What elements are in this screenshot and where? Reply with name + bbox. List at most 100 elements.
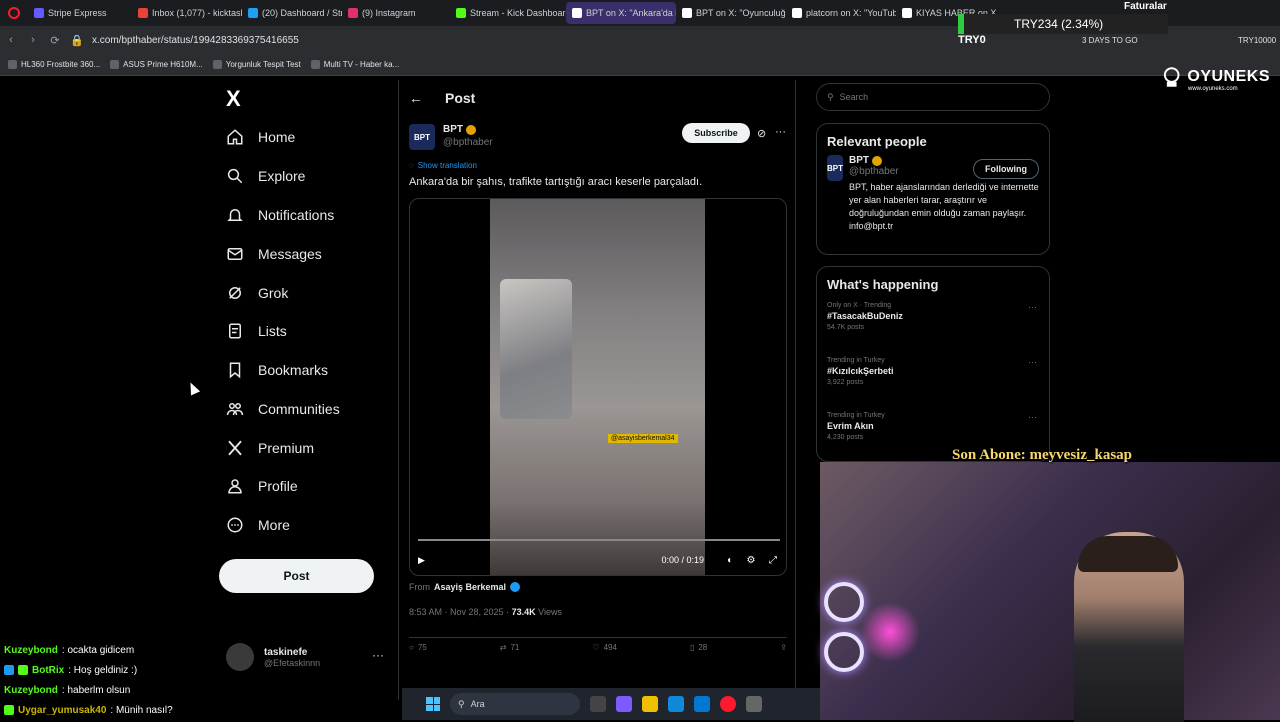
- nav-messages[interactable]: Messages: [226, 240, 322, 268]
- post-author[interactable]: BPT BPT @bpthaber: [409, 124, 493, 150]
- nav-notifications[interactable]: Notifications: [226, 201, 334, 229]
- video-player[interactable]: @asayisberkemal34 ▶ 0:00 / 0:19 ◖ ⚙ ⤢: [409, 198, 787, 576]
- bookmark-icon: [8, 60, 17, 69]
- tab-bpt-active[interactable]: BPT on X: "Ankara'da bir: [566, 2, 676, 24]
- source-name[interactable]: Asayiş Berkemal: [434, 582, 506, 592]
- nav-profile[interactable]: Profile: [226, 472, 298, 500]
- compose-post-button[interactable]: Post: [219, 559, 374, 593]
- back-arrow-icon[interactable]: ←: [409, 90, 423, 106]
- search-icon: [227, 168, 243, 184]
- x-logo-icon[interactable]: X: [226, 86, 241, 112]
- more-icon[interactable]: ···: [1028, 412, 1037, 422]
- nav-home[interactable]: Home: [226, 123, 295, 151]
- bell-icon: [227, 209, 243, 221]
- more-icon[interactable]: ···: [1028, 357, 1037, 367]
- url-field[interactable]: x.com/bpthaber/status/199428336937541665…: [92, 35, 299, 46]
- back-icon[interactable]: ‹: [0, 34, 22, 46]
- tab-instagram[interactable]: (9) Instagram: [342, 2, 450, 24]
- bookmarks-bar: HL360 Frostbite 360... ASUS Prime H610M.…: [0, 54, 1280, 76]
- tab-dashboard[interactable]: (20) Dashboard / Stream: [242, 2, 342, 24]
- rp-name[interactable]: BPT: [849, 155, 869, 166]
- windows-start-icon[interactable]: [426, 697, 440, 711]
- author-name[interactable]: BPT: [443, 124, 463, 135]
- settings-gear-icon[interactable]: [746, 696, 762, 712]
- subscribe-button[interactable]: Subscribe: [682, 123, 750, 143]
- file-explorer-icon[interactable]: [642, 696, 658, 712]
- settings-gear-icon[interactable]: ⚙: [744, 555, 758, 566]
- post-column: ← Post BPT BPT @bpthaber Subscribe ⊘ ···…: [398, 80, 796, 700]
- bookmark-item[interactable]: Yorgunluk Tespit Test: [212, 60, 301, 69]
- volume-icon[interactable]: ◖: [722, 555, 736, 566]
- show-translation-link[interactable]: ◌ Show translation: [409, 161, 477, 170]
- list-icon: [229, 323, 241, 339]
- nav-explore[interactable]: Explore: [226, 162, 305, 190]
- task-view-icon[interactable]: [590, 696, 606, 712]
- bookmark-item[interactable]: Multi TV - Haber ka...: [310, 60, 399, 69]
- copilot-icon[interactable]: [616, 696, 632, 712]
- nav-lists[interactable]: Lists: [226, 317, 287, 345]
- stream-chat: Kuzeybond: ocakta gidicem BotRix: Hoş ge…: [0, 640, 400, 720]
- share-icon[interactable]: ⇪: [780, 642, 787, 653]
- x-icon: [682, 8, 692, 18]
- tab-bpt-2[interactable]: BPT on X: "Oyunculuğu b: [676, 2, 786, 24]
- nav-communities[interactable]: Communities: [226, 395, 340, 423]
- bookmark-item[interactable]: ASUS Prime H610M...: [110, 60, 203, 69]
- tab-stripe[interactable]: Stripe Express: [28, 2, 132, 24]
- gmail-icon: [138, 8, 148, 18]
- fullscreen-icon[interactable]: ⤢: [766, 555, 780, 566]
- avatar[interactable]: BPT: [409, 124, 435, 150]
- x-icon: [902, 8, 912, 18]
- bookmark-item[interactable]: HL360 Frostbite 360...: [8, 60, 100, 69]
- trend-item[interactable]: Only on X · Trending #TasacakBuDeniz 54.…: [817, 298, 1049, 353]
- tab-kick[interactable]: Stream - Kick Dashboard: [450, 2, 566, 24]
- bookmark-button[interactable]: ▯ 28: [690, 642, 707, 653]
- car-window: [500, 279, 572, 419]
- bookmark-icon: [229, 362, 241, 379]
- instagram-icon: [348, 8, 358, 18]
- nav-grok[interactable]: Grok: [226, 279, 288, 307]
- store-icon[interactable]: [694, 696, 710, 712]
- play-icon[interactable]: ▶: [418, 555, 425, 566]
- tab-platcorn[interactable]: platcorn on X: "YouTube: [786, 2, 896, 24]
- tab-inbox[interactable]: Inbox (1,077) - kicktasking: [132, 2, 242, 24]
- opera-logo-icon[interactable]: [8, 7, 20, 19]
- mod-badge-icon: [18, 665, 28, 675]
- more-icon[interactable]: ···: [1028, 302, 1037, 312]
- page-title: Post: [445, 90, 476, 106]
- video-progress-bar[interactable]: [418, 539, 780, 541]
- edge-icon[interactable]: [668, 696, 684, 712]
- taskbar-search[interactable]: ⚲ Ara: [450, 693, 580, 715]
- grok-icon[interactable]: ⊘: [757, 127, 766, 140]
- gamer-mascot-icon: [1163, 67, 1180, 87]
- verified-badge-icon: [872, 155, 882, 166]
- rp-bio: BPT, haber ajanslarından derlediği ve in…: [849, 182, 1039, 232]
- nav-bookmarks[interactable]: Bookmarks: [226, 356, 328, 384]
- post-actions: ○ 75 ⇄ 71 ♡ 494 ▯ 28 ⇪: [409, 637, 787, 653]
- relevant-person[interactable]: BPT BPT @bpthaber BPT, haber ajanslarınd…: [817, 155, 1049, 233]
- whats-happening-title: What's happening: [827, 277, 939, 292]
- post-timestamp[interactable]: 8:53 AM · Nov 28, 2025 ·: [409, 607, 509, 617]
- trend-item[interactable]: Trending in Turkey #KızılcıkŞerbeti 3,92…: [817, 353, 1049, 408]
- search-input[interactable]: ⚲ Search: [816, 83, 1050, 111]
- more-icon[interactable]: ···: [775, 126, 786, 138]
- avatar[interactable]: BPT: [827, 155, 843, 181]
- repost-button[interactable]: ⇄ 71: [500, 642, 520, 653]
- from-source: From Asayiş Berkemal: [409, 582, 521, 592]
- home-icon: [227, 129, 243, 145]
- like-button[interactable]: ♡ 494: [592, 642, 617, 653]
- following-button[interactable]: Following: [973, 159, 1039, 179]
- author-handle[interactable]: @bpthaber: [443, 137, 493, 148]
- brand-name: OYUNEKS: [1187, 68, 1270, 85]
- sub-badge-icon: [4, 705, 14, 715]
- reply-button[interactable]: ○ 75: [409, 642, 427, 653]
- oyuneks-logo: OYUNEKS www.oyuneks.com: [1160, 58, 1270, 96]
- bookmark-icon: [310, 60, 320, 69]
- nav-more[interactable]: More: [226, 511, 290, 539]
- opera-icon[interactable]: [720, 696, 736, 712]
- x-icon: [572, 8, 582, 18]
- nav-premium[interactable]: Premium: [226, 434, 314, 462]
- search-icon: ⚲: [458, 698, 465, 709]
- search-icon: ⚲: [827, 91, 834, 102]
- forward-icon[interactable]: ›: [22, 34, 44, 46]
- reload-icon[interactable]: ⟳: [44, 34, 66, 47]
